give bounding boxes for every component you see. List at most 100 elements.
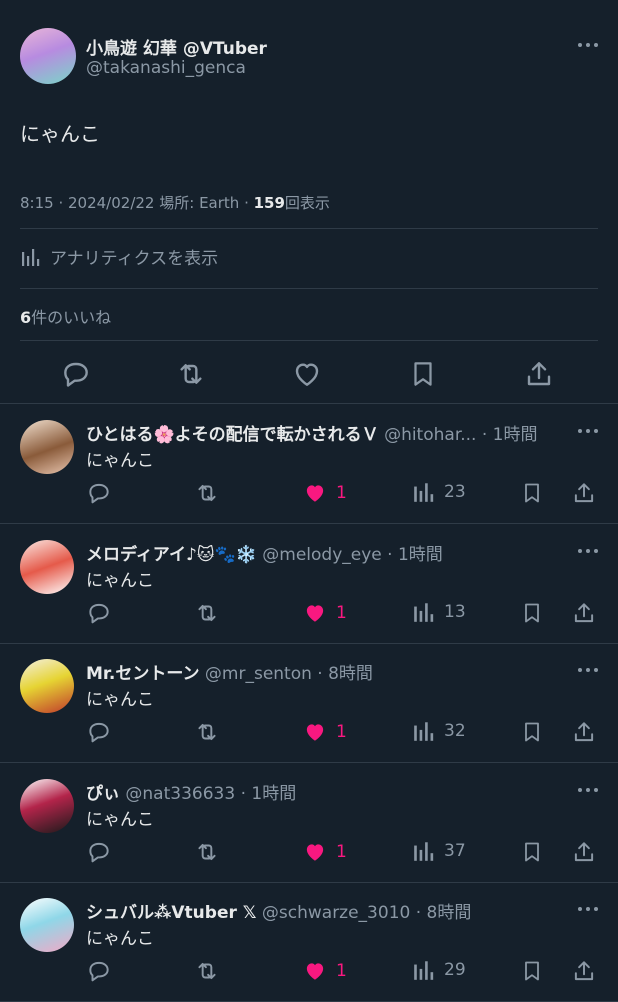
reply-button[interactable]: [86, 958, 112, 984]
reply-author-handle[interactable]: @schwarze_3010: [262, 903, 410, 923]
like-count: 1: [336, 961, 347, 981]
like-icon: [306, 963, 324, 980]
views-button[interactable]: 29: [412, 958, 466, 982]
more-icon[interactable]: [578, 548, 598, 553]
reply-avatar[interactable]: [20, 778, 74, 833]
like-button[interactable]: [289, 356, 325, 392]
like-count: 1: [336, 483, 347, 503]
share-button[interactable]: [571, 600, 597, 626]
reply-button[interactable]: [86, 480, 112, 506]
reply-avatar[interactable]: [20, 420, 74, 474]
reply-item[interactable]: メロディアイ♪🐱🐾❄️ @melody_eye · 1時間にゃんこ 1 13: [0, 524, 618, 644]
views-label: 回表示: [284, 194, 330, 212]
views-count: 37: [444, 840, 466, 861]
reply-author-handle[interactable]: @mr_senton: [205, 664, 312, 684]
reply-button[interactable]: [86, 719, 112, 745]
reply-time[interactable]: · 1時間: [482, 425, 538, 445]
bookmark-icon: [525, 483, 539, 503]
retweet-icon: [198, 962, 216, 980]
bookmark-icon: [525, 722, 539, 742]
bookmark-button[interactable]: [520, 839, 544, 865]
reply-author-name[interactable]: ひとはる🌸よその配信で転かされるＶ: [86, 425, 379, 445]
bookmark-button[interactable]: [405, 356, 441, 392]
like-button[interactable]: 1: [302, 839, 347, 865]
retweet-button[interactable]: [193, 719, 221, 745]
analytics-link[interactable]: アナリティクスを表示: [20, 244, 218, 269]
reply-author-handle[interactable]: @melody_eye: [262, 545, 381, 565]
tweet-time[interactable]: 8:15: [20, 194, 54, 212]
share-button[interactable]: [571, 839, 597, 865]
more-icon[interactable]: [578, 43, 598, 47]
likes-label: 件のいいね: [31, 308, 112, 327]
likes-summary[interactable]: 6件のいいね: [20, 304, 111, 328]
tweet-text: にゃんこ: [20, 122, 100, 146]
divider: [20, 228, 598, 229]
views-button[interactable]: 37: [412, 839, 466, 863]
reply-icon: [89, 483, 109, 504]
reply-icon: [64, 362, 88, 387]
bookmark-button[interactable]: [520, 958, 544, 984]
retweet-icon: [198, 484, 216, 502]
retweet-button[interactable]: [173, 356, 209, 392]
retweet-button[interactable]: [193, 600, 221, 626]
reply-time[interactable]: · 8時間: [317, 664, 373, 684]
bookmark-button[interactable]: [520, 480, 544, 506]
views-button[interactable]: 13: [412, 600, 466, 624]
like-button[interactable]: 1: [302, 600, 347, 626]
author-name[interactable]: 小鳥遊 幻華 @VTuber: [86, 34, 267, 59]
author-handle[interactable]: @takanashi_genca: [86, 58, 246, 78]
bookmark-icon: [525, 603, 539, 622]
reply-time[interactable]: · 1時間: [387, 545, 443, 565]
more-icon[interactable]: [578, 429, 598, 433]
share-button[interactable]: [521, 356, 557, 392]
views-count: 23: [444, 482, 466, 502]
bookmark-button[interactable]: [520, 719, 544, 745]
reply-time[interactable]: · 1時間: [241, 784, 297, 804]
share-icon: [574, 602, 594, 622]
reply-button[interactable]: [86, 600, 112, 626]
reply-author-handle[interactable]: @hitohar...: [384, 425, 476, 445]
divider: [20, 288, 598, 289]
bookmark-button[interactable]: [520, 600, 544, 626]
author-avatar[interactable]: [20, 28, 76, 84]
reply-button[interactable]: [58, 356, 94, 392]
reply-icon: [89, 961, 109, 982]
more-icon[interactable]: [578, 787, 598, 792]
share-button[interactable]: [571, 719, 597, 745]
reply-author-name[interactable]: メロディアイ♪🐱🐾❄️: [86, 545, 257, 565]
like-icon: [295, 363, 319, 386]
share-button[interactable]: [571, 958, 597, 984]
analytics-icon: [414, 722, 434, 741]
reply-item[interactable]: ひとはる🌸よその配信で転かされるＶ @hitohar... · 1時間 にゃんこ 1…: [0, 404, 618, 524]
like-count: 1: [336, 841, 347, 862]
views-button[interactable]: 23: [412, 480, 466, 504]
reply-author-name[interactable]: シュバル⁂Vtuber 𝕏: [86, 903, 256, 923]
retweet-icon: [198, 723, 216, 741]
reply-author-handle[interactable]: @nat336633: [125, 784, 235, 804]
reply-button[interactable]: [86, 839, 112, 865]
like-button[interactable]: 1: [302, 958, 347, 984]
reply-item[interactable]: ぴぃ @nat336633 · 1時間 にゃんこ 1 37: [0, 763, 618, 883]
more-icon[interactable]: [578, 668, 598, 672]
retweet-button[interactable]: [193, 480, 221, 506]
share-icon: [574, 841, 594, 861]
like-button[interactable]: 1: [302, 719, 347, 745]
like-button[interactable]: 1: [302, 480, 347, 506]
reply-author-name[interactable]: ぴぃ: [86, 784, 120, 804]
share-button[interactable]: [571, 480, 597, 506]
reply-author-name[interactable]: Mr.セントーン: [86, 664, 200, 684]
reply-avatar[interactable]: [20, 898, 74, 952]
bookmark-icon: [525, 842, 539, 861]
reply-item[interactable]: シュバル⁂Vtuber 𝕏 @schwarze_3010 · 8時間 にゃんこ 1 2…: [0, 882, 618, 1002]
reply-text: にゃんこ: [86, 570, 154, 591]
more-icon[interactable]: [578, 907, 598, 911]
retweet-button[interactable]: [193, 839, 221, 865]
reply-avatar[interactable]: [20, 659, 74, 713]
analytics-icon: [22, 248, 40, 266]
retweet-button[interactable]: [193, 958, 221, 984]
tweet-date[interactable]: 2024/02/22: [68, 194, 154, 212]
reply-time[interactable]: · 8時間: [416, 903, 472, 923]
reply-item[interactable]: Mr.セントーン @mr_senton · 8時間 にゃんこ 1 32: [0, 643, 618, 763]
reply-avatar[interactable]: [20, 539, 74, 594]
views-button[interactable]: 32: [412, 719, 466, 743]
